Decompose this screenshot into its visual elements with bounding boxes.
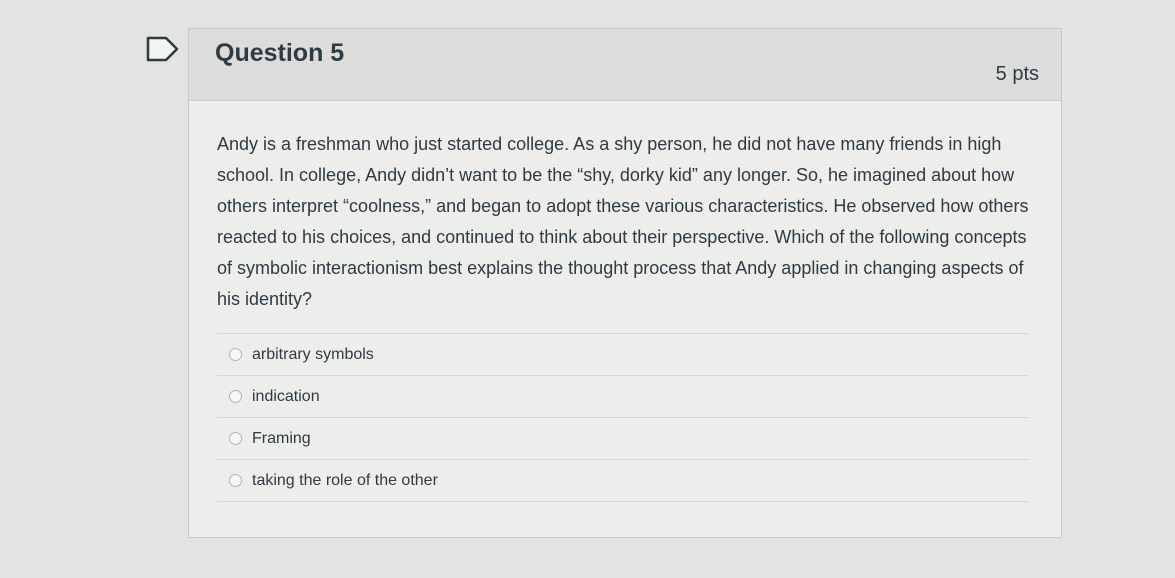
radio-button[interactable] xyxy=(229,432,242,445)
answer-label[interactable]: indication xyxy=(252,388,320,406)
answer-option[interactable]: taking the role of the other xyxy=(217,460,1029,502)
question-points: 5 pts xyxy=(995,63,1039,85)
answer-option[interactable]: Framing xyxy=(217,418,1029,460)
answer-list: arbitrary symbols indication Framing tak… xyxy=(217,333,1029,502)
answer-label[interactable]: Framing xyxy=(252,430,311,448)
answer-label[interactable]: arbitrary symbols xyxy=(252,346,374,364)
answer-option[interactable]: arbitrary symbols xyxy=(217,334,1029,376)
radio-button[interactable] xyxy=(229,390,242,403)
question-header: Question 5 5 pts xyxy=(189,29,1061,101)
question-text: Andy is a freshman who just started coll… xyxy=(217,134,1029,309)
flag-question-icon[interactable] xyxy=(146,36,180,62)
answer-option[interactable]: indication xyxy=(217,376,1029,418)
question-title: Question 5 xyxy=(215,39,345,67)
radio-button[interactable] xyxy=(229,348,242,361)
answer-label[interactable]: taking the role of the other xyxy=(252,472,438,490)
question-card: Question 5 5 pts Andy is a freshman who … xyxy=(188,28,1062,538)
radio-button[interactable] xyxy=(229,474,242,487)
